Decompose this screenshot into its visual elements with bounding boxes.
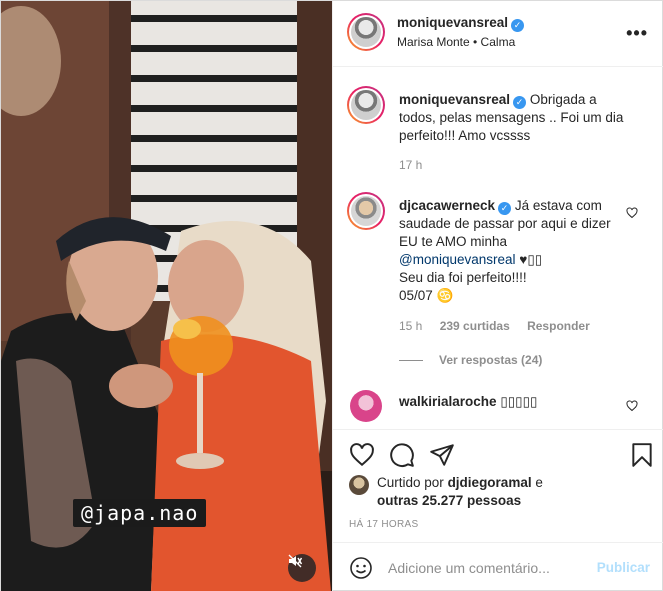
comment-time: 15 h: [399, 319, 423, 333]
liker-avatar[interactable]: [349, 475, 369, 495]
comment-username[interactable]: walkirialaroche: [399, 394, 497, 409]
mute-button[interactable]: [288, 554, 316, 582]
user-tag-sticker: @japa.nao: [73, 499, 207, 527]
post-header: moniquevansreal ✓ Marisa Monte • Calma ••…: [333, 1, 663, 67]
like-comment-heart-icon[interactable]: [626, 400, 638, 412]
verified-badge-icon: ✓: [511, 19, 525, 32]
likes-summary: Curtido por djdiegoramal e outras 25.277…: [349, 474, 543, 510]
comment-avatar[interactable]: [347, 192, 385, 230]
liked-by-prefix: Curtido por: [377, 475, 444, 490]
verified-badge-icon: ✓: [498, 202, 512, 215]
comment-input[interactable]: [388, 557, 588, 579]
comment-likes[interactable]: 239 curtidas: [440, 319, 510, 333]
comment-username[interactable]: djcacawerneck: [399, 198, 495, 213]
liked-by-conj: e: [535, 475, 543, 490]
comment-text: ▯▯▯▯▯: [500, 394, 538, 409]
verified-badge-icon: ✓: [513, 96, 527, 109]
post-timestamp[interactable]: HÁ 17 HORAS: [349, 519, 418, 530]
add-comment-bar: Publicar: [333, 542, 663, 591]
like-heart-icon[interactable]: [349, 442, 375, 468]
share-paper-plane-icon[interactable]: [429, 442, 455, 468]
comment-text: Seu dia foi perfeito!!!!: [399, 270, 527, 285]
comment-meta: 15 h 239 curtidas Responder: [399, 319, 590, 333]
post-video[interactable]: @japa.nao: [1, 1, 332, 591]
caption-comment: moniquevansreal ✓ Obrigada a todos, pelas…: [399, 91, 629, 145]
comment-text-emoji: ♥▯▯: [519, 252, 543, 267]
comment-mention[interactable]: @moniquevansreal: [399, 252, 516, 267]
view-replies-button[interactable]: Ver respostas (24): [399, 353, 542, 367]
comments-list: moniquevansreal ✓ Obrigada a todos, pelas…: [333, 68, 663, 428]
reply-button[interactable]: Responder: [527, 319, 590, 333]
comment-bubble-icon[interactable]: [389, 442, 415, 468]
emoji-smiley-icon[interactable]: [349, 556, 373, 580]
comment: walkirialaroche ▯▯▯▯▯: [399, 393, 629, 411]
comment-avatar[interactable]: [347, 86, 385, 124]
comment-username[interactable]: moniquevansreal: [399, 92, 510, 107]
post-sidebar: moniquevansreal ✓ Marisa Monte • Calma ••…: [332, 1, 663, 591]
comment-time: 17 h: [399, 158, 423, 172]
save-bookmark-icon[interactable]: [629, 442, 655, 468]
audio-label[interactable]: Marisa Monte • Calma: [397, 35, 515, 49]
comment-avatar[interactable]: [350, 390, 382, 422]
publish-button[interactable]: Publicar: [597, 560, 650, 575]
post-modal: @japa.nao moniquevansreal ✓ Marisa Monte …: [0, 0, 663, 591]
comment-text: 05/07 ♋: [399, 288, 454, 303]
view-replies-label: Ver respostas (24): [439, 353, 543, 367]
liked-by-user[interactable]: djdiegoramal: [448, 475, 532, 490]
speaker-muted-icon: [288, 554, 302, 568]
author-avatar[interactable]: [347, 13, 385, 51]
more-options-icon[interactable]: •••: [626, 23, 648, 44]
author-username[interactable]: moniquevansreal: [397, 15, 508, 30]
liked-by-others[interactable]: outras 25.277 pessoas: [377, 493, 521, 508]
post-actions: Curtido por djdiegoramal e outras 25.277…: [333, 429, 663, 542]
comment: djcacawerneck ✓ Já estava com saudade de …: [399, 197, 629, 305]
like-comment-heart-icon[interactable]: [626, 207, 638, 219]
